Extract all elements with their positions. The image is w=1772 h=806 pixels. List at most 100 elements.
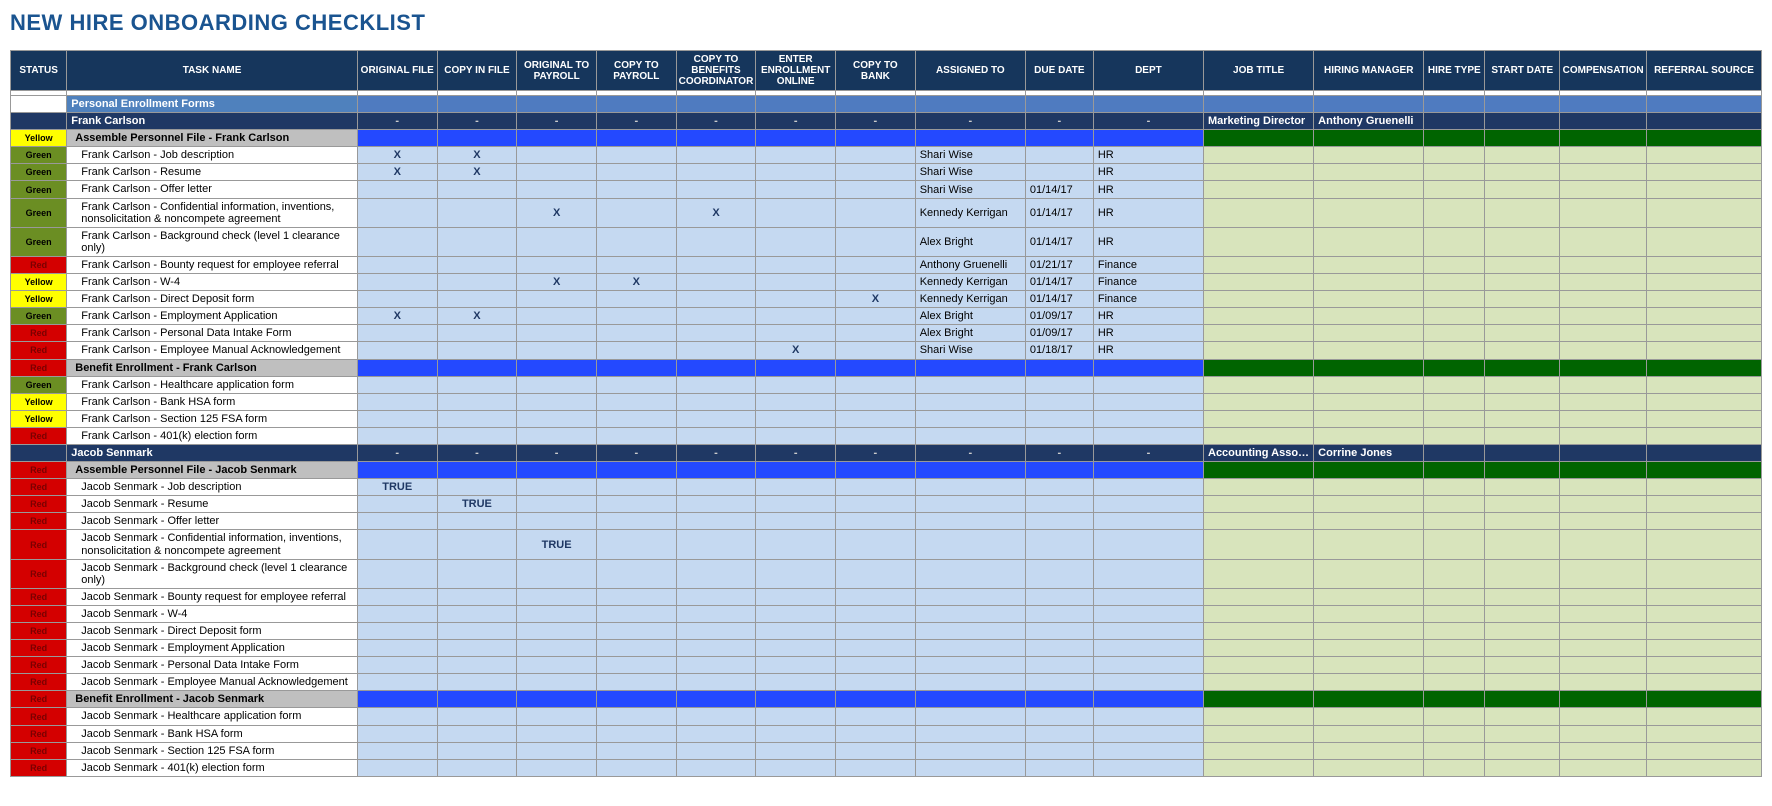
- cell[interactable]: [1485, 130, 1560, 147]
- due-date-cell[interactable]: [1025, 427, 1093, 444]
- cell[interactable]: [1204, 198, 1314, 227]
- person-name[interactable]: Jacob Senmark: [67, 444, 358, 461]
- cell[interactable]: [1424, 359, 1485, 376]
- cell[interactable]: [437, 130, 517, 147]
- check-cell[interactable]: X: [437, 147, 517, 164]
- check-cell[interactable]: [517, 513, 597, 530]
- check-cell[interactable]: [836, 164, 916, 181]
- check-cell[interactable]: [596, 657, 676, 674]
- table-row[interactable]: RedAssemble Personnel File - Jacob Senma…: [11, 462, 1762, 479]
- column-header[interactable]: HIRING MANAGER: [1314, 51, 1424, 91]
- check-cell[interactable]: [836, 530, 916, 559]
- check-cell[interactable]: [357, 393, 437, 410]
- check-cell[interactable]: [357, 725, 437, 742]
- table-row[interactable]: RedJacob Senmark - Background check (lev…: [11, 559, 1762, 588]
- check-cell[interactable]: [756, 623, 836, 640]
- column-header[interactable]: COPY TO BENEFITS COORDINATOR: [676, 51, 756, 91]
- cell[interactable]: [1204, 742, 1314, 759]
- cell[interactable]: [1093, 130, 1203, 147]
- cell[interactable]: [1424, 181, 1485, 198]
- cell[interactable]: [596, 130, 676, 147]
- task-name[interactable]: Jacob Senmark - Employee Manual Acknowle…: [67, 674, 358, 691]
- cell[interactable]: [1485, 274, 1560, 291]
- task-name[interactable]: Frank Carlson - Offer letter: [67, 181, 358, 198]
- section-title[interactable]: Personal Enrollment Forms: [67, 96, 358, 113]
- assigned-to-cell[interactable]: Kennedy Kerrigan: [915, 274, 1025, 291]
- cell[interactable]: [1424, 742, 1485, 759]
- check-cell[interactable]: [676, 147, 756, 164]
- cell[interactable]: [1424, 113, 1485, 130]
- cell[interactable]: -: [676, 444, 756, 461]
- cell[interactable]: [1560, 198, 1647, 227]
- cell[interactable]: [1646, 96, 1761, 113]
- cell[interactable]: [1204, 708, 1314, 725]
- cell[interactable]: [756, 130, 836, 147]
- status-cell[interactable]: Red: [11, 640, 67, 657]
- due-date-cell[interactable]: [1025, 708, 1093, 725]
- task-name[interactable]: Frank Carlson - Employee Manual Acknowle…: [67, 342, 358, 359]
- cell[interactable]: [1646, 513, 1761, 530]
- check-cell[interactable]: [676, 256, 756, 273]
- due-date-cell[interactable]: 01/09/17: [1025, 325, 1093, 342]
- check-cell[interactable]: [676, 513, 756, 530]
- cell[interactable]: [1424, 291, 1485, 308]
- cell[interactable]: [1424, 708, 1485, 725]
- status-cell[interactable]: Green: [11, 198, 67, 227]
- assigned-to-cell[interactable]: Shari Wise: [915, 164, 1025, 181]
- check-cell[interactable]: [357, 291, 437, 308]
- table-row[interactable]: RedBenefit Enrollment - Jacob Senmark: [11, 691, 1762, 708]
- due-date-cell[interactable]: 01/14/17: [1025, 181, 1093, 198]
- cell[interactable]: [1424, 147, 1485, 164]
- due-date-cell[interactable]: [1025, 393, 1093, 410]
- cell[interactable]: [1204, 227, 1314, 256]
- due-date-cell[interactable]: [1025, 530, 1093, 559]
- task-name[interactable]: Jacob Senmark - Bank HSA form: [67, 725, 358, 742]
- dept-cell[interactable]: [1093, 623, 1203, 640]
- cell[interactable]: [676, 359, 756, 376]
- check-cell[interactable]: TRUE: [437, 496, 517, 513]
- table-row[interactable]: RedJacob Senmark - ResumeTRUE: [11, 496, 1762, 513]
- check-cell[interactable]: X: [437, 308, 517, 325]
- check-cell[interactable]: [517, 640, 597, 657]
- cell[interactable]: [437, 691, 517, 708]
- cell[interactable]: [1485, 181, 1560, 198]
- cell[interactable]: [1204, 393, 1314, 410]
- check-cell[interactable]: X: [517, 198, 597, 227]
- dept-cell[interactable]: Finance: [1093, 256, 1203, 273]
- check-cell[interactable]: [357, 376, 437, 393]
- check-cell[interactable]: [676, 708, 756, 725]
- dept-cell[interactable]: Finance: [1093, 291, 1203, 308]
- subheader-title[interactable]: Assemble Personnel File - Jacob Senmark: [67, 462, 358, 479]
- due-date-cell[interactable]: 01/09/17: [1025, 308, 1093, 325]
- cell[interactable]: [1314, 513, 1424, 530]
- check-cell[interactable]: [596, 623, 676, 640]
- task-name[interactable]: Jacob Senmark - Healthcare application f…: [67, 708, 358, 725]
- check-cell[interactable]: [596, 708, 676, 725]
- cell[interactable]: [1424, 198, 1485, 227]
- cell[interactable]: [1204, 657, 1314, 674]
- cell[interactable]: [1560, 657, 1647, 674]
- x-cell[interactable]: [676, 96, 756, 113]
- cell[interactable]: [1314, 427, 1424, 444]
- table-row[interactable]: RedFrank Carlson - 401(k) election form: [11, 427, 1762, 444]
- cell[interactable]: [1204, 147, 1314, 164]
- check-cell[interactable]: [676, 376, 756, 393]
- check-cell[interactable]: [836, 742, 916, 759]
- status-cell[interactable]: Red: [11, 427, 67, 444]
- cell[interactable]: [1204, 325, 1314, 342]
- check-cell[interactable]: [596, 376, 676, 393]
- column-header[interactable]: DUE DATE: [1025, 51, 1093, 91]
- cell[interactable]: [1485, 513, 1560, 530]
- status-cell[interactable]: Green: [11, 181, 67, 198]
- cell[interactable]: [1314, 623, 1424, 640]
- check-cell[interactable]: [437, 588, 517, 605]
- cell[interactable]: [756, 691, 836, 708]
- check-cell[interactable]: [756, 640, 836, 657]
- x-cell[interactable]: [836, 96, 916, 113]
- status-cell[interactable]: Red: [11, 588, 67, 605]
- cell[interactable]: [1485, 708, 1560, 725]
- cell[interactable]: [1424, 444, 1485, 461]
- due-date-cell[interactable]: 01/18/17: [1025, 342, 1093, 359]
- assigned-to-cell[interactable]: Alex Bright: [915, 227, 1025, 256]
- cell[interactable]: [1314, 291, 1424, 308]
